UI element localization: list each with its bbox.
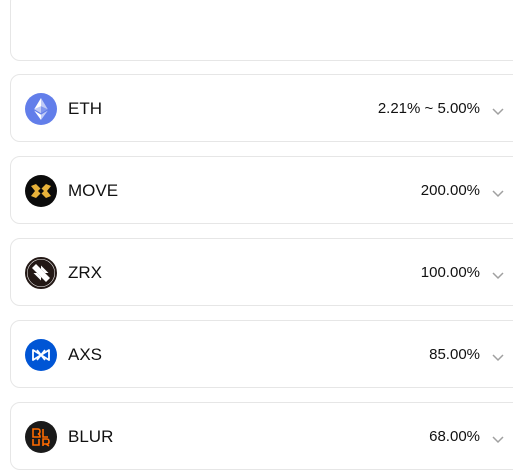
product-symbol: ZRX <box>68 263 102 282</box>
product-card-axs[interactable]: AXS 85.00% <box>10 320 513 388</box>
product-rate: 2.21% ~ 5.00% <box>377 100 480 117</box>
product-symbol: BLUR <box>68 427 114 446</box>
product-card-move[interactable]: MOVE 200.00% <box>10 156 513 224</box>
chevron-down-icon[interactable] <box>492 431 504 444</box>
chevron-down-icon[interactable] <box>492 185 504 198</box>
eth-icon <box>25 93 57 125</box>
product-rate: 85.00% <box>429 346 480 363</box>
product-card-blur[interactable]: BLUR 68.00% <box>10 402 513 470</box>
zrx-icon <box>25 257 57 289</box>
chevron-down-icon[interactable] <box>492 349 504 362</box>
chevron-down-icon[interactable] <box>492 267 504 280</box>
move-icon <box>25 175 57 207</box>
product-rate: 100.00% <box>420 264 480 281</box>
product-card-partial[interactable] <box>10 0 513 61</box>
chevron-down-icon[interactable] <box>492 103 504 116</box>
product-card-zrx[interactable]: ZRX 100.00% <box>10 238 513 306</box>
product-symbol: ETH <box>68 99 102 118</box>
product-rate: 200.00% <box>420 182 480 199</box>
axs-icon <box>25 339 57 371</box>
product-symbol: MOVE <box>68 181 119 200</box>
product-rate: 68.00% <box>429 428 480 445</box>
product-card-eth[interactable]: ETH 2.21% ~ 5.00% <box>10 74 513 142</box>
blur-icon <box>25 421 57 453</box>
product-symbol: AXS <box>68 345 103 364</box>
